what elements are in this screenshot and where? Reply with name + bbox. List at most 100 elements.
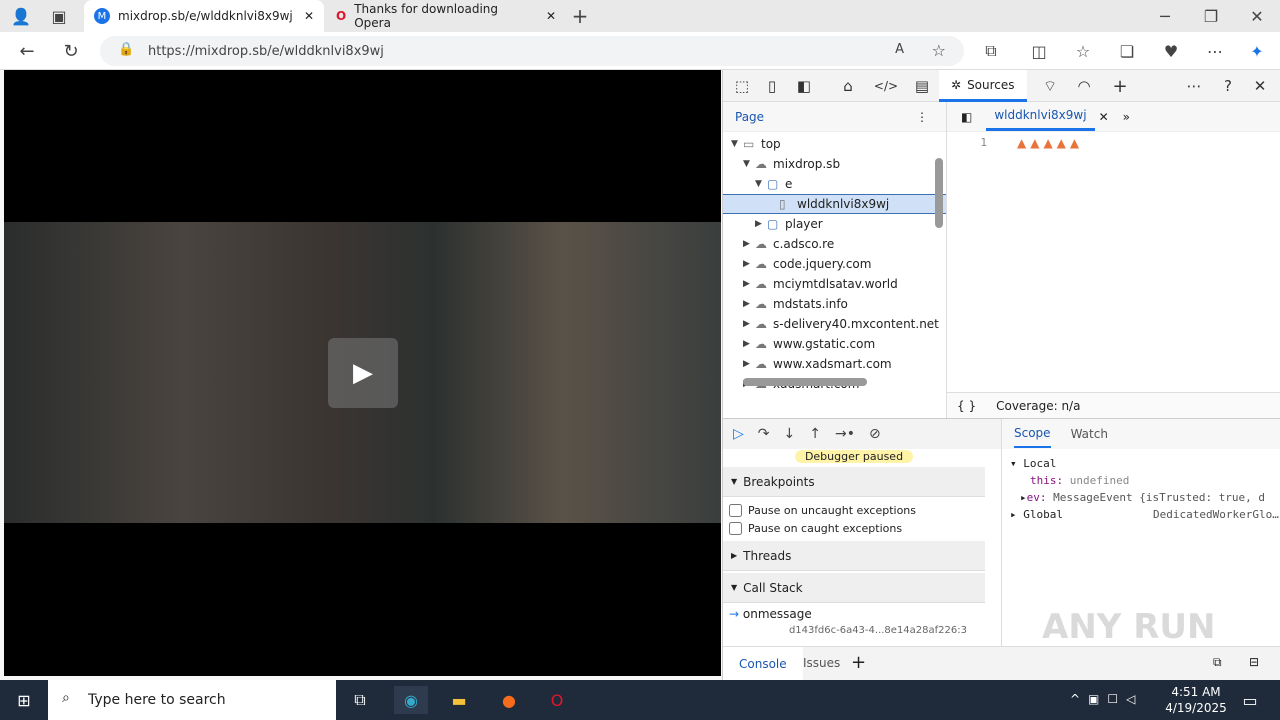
close-devtools-icon[interactable]: ✕	[1245, 70, 1275, 102]
vertical-scrollbar[interactable]	[935, 158, 943, 228]
step-into-icon[interactable]: ↓	[784, 426, 796, 442]
file-tab[interactable]: wlddknlvi8x9wj	[986, 102, 1095, 131]
tree-item[interactable]: ▶ ☁ code.jquery.com	[723, 254, 946, 274]
collapsed-arrow-icon[interactable]: ▶	[743, 359, 755, 369]
tree-item[interactable]: ▶ ☁ s-delivery40.mxcontent.net	[723, 314, 946, 334]
more-tools-icon[interactable]: +	[1105, 70, 1135, 102]
tree-item[interactable]: ▼ ☁ mixdrop.sb	[723, 154, 946, 174]
more-menu-icon[interactable]: ⋯	[1202, 38, 1228, 64]
tree-item[interactable]: ▶ ☁ www.xadsmart.com	[723, 354, 946, 374]
url-input[interactable]: 🔒 https://mixdrop.sb/e/wlddknlvi8x9wj A …	[100, 36, 964, 66]
close-window-button[interactable]: ✕	[1242, 4, 1272, 28]
threads-section[interactable]: ▶ Threads	[723, 541, 985, 571]
favorites-icon[interactable]: ☆	[1070, 38, 1096, 64]
scope-ev[interactable]: ▸ev: MessageEvent {isTrusted: true, d	[1010, 489, 1273, 506]
tree-item[interactable]: ▶ ☁ www.gstatic.com	[723, 334, 946, 354]
tree-item[interactable]: ▼ ▢ e	[723, 174, 946, 194]
tree-item[interactable]: ▼ ▭ top	[723, 134, 946, 154]
tree-item[interactable]: ▶ ☁ c.adsco.re	[723, 234, 946, 254]
opera-icon[interactable]: O	[542, 686, 572, 714]
more-tabs-icon[interactable]: »	[1123, 110, 1130, 124]
tree-item[interactable]: ▯ wlddknlvi8x9wj	[723, 194, 946, 214]
firefox-icon[interactable]: ●	[494, 686, 524, 714]
horizontal-scrollbar[interactable]	[743, 378, 867, 386]
tab-scope[interactable]: Scope	[1014, 420, 1051, 448]
inspect-icon[interactable]: ⬚	[727, 70, 757, 102]
task-view-icon[interactable]: ⧉	[346, 688, 374, 712]
tab-page[interactable]: Page	[735, 110, 764, 124]
scope-local[interactable]: ▾ Local	[1010, 455, 1273, 472]
collapsed-arrow-icon[interactable]: ▶	[743, 339, 755, 349]
device-toolbar-icon[interactable]: ▯	[757, 70, 787, 102]
step-icon[interactable]: →•	[835, 426, 855, 442]
expanded-arrow-icon[interactable]: ▼	[743, 159, 755, 169]
call-frame[interactable]: → onmessage	[723, 603, 985, 625]
add-drawer-tab-icon[interactable]: +	[851, 652, 866, 673]
resume-icon[interactable]: ▷	[733, 426, 744, 442]
pretty-print-button[interactable]: { }	[957, 399, 976, 413]
breakpoints-section[interactable]: ▼ Breakpoints	[723, 467, 985, 497]
more-options-icon[interactable]: ⋮	[916, 110, 928, 124]
minimize-button[interactable]: ─	[1150, 4, 1180, 28]
close-tab-icon[interactable]: ✕	[546, 9, 556, 23]
split-screen-icon[interactable]: ◫	[1026, 38, 1052, 64]
edge-taskbar-icon[interactable]: ◉	[394, 686, 428, 714]
favorite-star-icon[interactable]: ☆	[932, 41, 946, 60]
tab-console[interactable]: Console	[723, 647, 803, 680]
step-out-icon[interactable]: ↑	[809, 426, 821, 442]
help-icon[interactable]: ?	[1213, 70, 1243, 102]
welcome-home-icon[interactable]: ⌂	[833, 70, 863, 102]
play-button[interactable]: ▶	[328, 338, 398, 408]
toggle-navigator-icon[interactable]: ◧	[961, 110, 972, 124]
customize-icon[interactable]: ⋯	[1179, 70, 1209, 102]
tab-opera[interactable]: O Thanks for downloading Opera ✕	[326, 0, 566, 32]
read-aloud-icon[interactable]: A	[895, 42, 904, 57]
undock-drawer-icon[interactable]: ⧉	[1213, 655, 1222, 670]
profile-icon[interactable]: 👤	[8, 4, 34, 28]
reload-button[interactable]: ↻	[58, 38, 84, 64]
collapsed-arrow-icon[interactable]: ▶	[743, 259, 755, 269]
system-tray-icons[interactable]: ^▣☐◁	[1070, 692, 1143, 706]
notifications-icon[interactable]: ▭	[1238, 688, 1262, 712]
tree-item[interactable]: ▶ ☁ mciymtdlsatav.world	[723, 274, 946, 294]
back-button[interactable]: ←	[14, 38, 40, 64]
windows-start-icon[interactable]: ⊞	[12, 688, 36, 712]
pause-caught-checkbox[interactable]	[729, 521, 742, 535]
collapsed-arrow-icon[interactable]: ▶	[743, 319, 755, 329]
extensions-icon[interactable]: ⧉	[978, 38, 1004, 64]
expanded-arrow-icon[interactable]: ▼	[731, 139, 743, 149]
elements-icon[interactable]: </>	[871, 70, 901, 102]
maximize-button[interactable]: ❐	[1196, 4, 1226, 28]
collapsed-arrow-icon[interactable]: ▶	[755, 219, 767, 229]
tree-item[interactable]: ▶ ☁ mdstats.info	[723, 294, 946, 314]
taskbar-search[interactable]: ⌕ Type here to search	[48, 680, 336, 720]
collapsed-arrow-icon[interactable]: ▶	[743, 299, 755, 309]
tab-actions-icon[interactable]: ▣	[46, 4, 72, 28]
collapse-drawer-icon[interactable]: ⊟	[1249, 655, 1259, 669]
clock[interactable]: 4:51 AM 4/19/2025	[1160, 684, 1232, 716]
tab-watch[interactable]: Watch	[1071, 427, 1108, 441]
pause-uncaught-checkbox[interactable]	[729, 503, 742, 517]
close-file-icon[interactable]: ✕	[1099, 110, 1109, 124]
new-tab-button[interactable]: +	[568, 4, 592, 28]
step-over-icon[interactable]: ↷	[758, 426, 770, 442]
collapsed-arrow-icon[interactable]: ▶	[743, 279, 755, 289]
performance-icon[interactable]: ◠	[1069, 70, 1099, 102]
scope-global[interactable]: ▸ Global DedicatedWorkerGlo…	[1010, 506, 1279, 523]
call-stack-section[interactable]: ▼ Call Stack	[723, 573, 985, 603]
collapsed-arrow-icon[interactable]: ▶	[743, 239, 755, 249]
frame-location[interactable]: d143fd6c-6a43-4...8e14a28af226:3	[723, 625, 985, 636]
console-error-icon[interactable]: ▤	[907, 70, 937, 102]
performance-icon[interactable]: ♥	[1158, 38, 1184, 64]
video-player[interactable]: ▶	[4, 70, 721, 676]
close-tab-icon[interactable]: ✕	[304, 9, 314, 23]
copilot-icon[interactable]: ✦	[1244, 38, 1270, 64]
collections-icon[interactable]: ❏	[1114, 38, 1140, 64]
tab-issues[interactable]: Issues	[803, 656, 840, 670]
tab-sources[interactable]: ✲ Sources	[939, 70, 1027, 102]
network-icon[interactable]: ⌔	[1035, 70, 1065, 102]
deactivate-breakpoints-icon[interactable]: ⊘	[869, 426, 881, 442]
tree-item[interactable]: ▶ ▢ player	[723, 214, 946, 234]
tab-mixdrop[interactable]: M mixdrop.sb/e/wlddknlvi8x9wj ✕	[84, 0, 324, 32]
file-explorer-icon[interactable]: ▬	[444, 686, 474, 714]
